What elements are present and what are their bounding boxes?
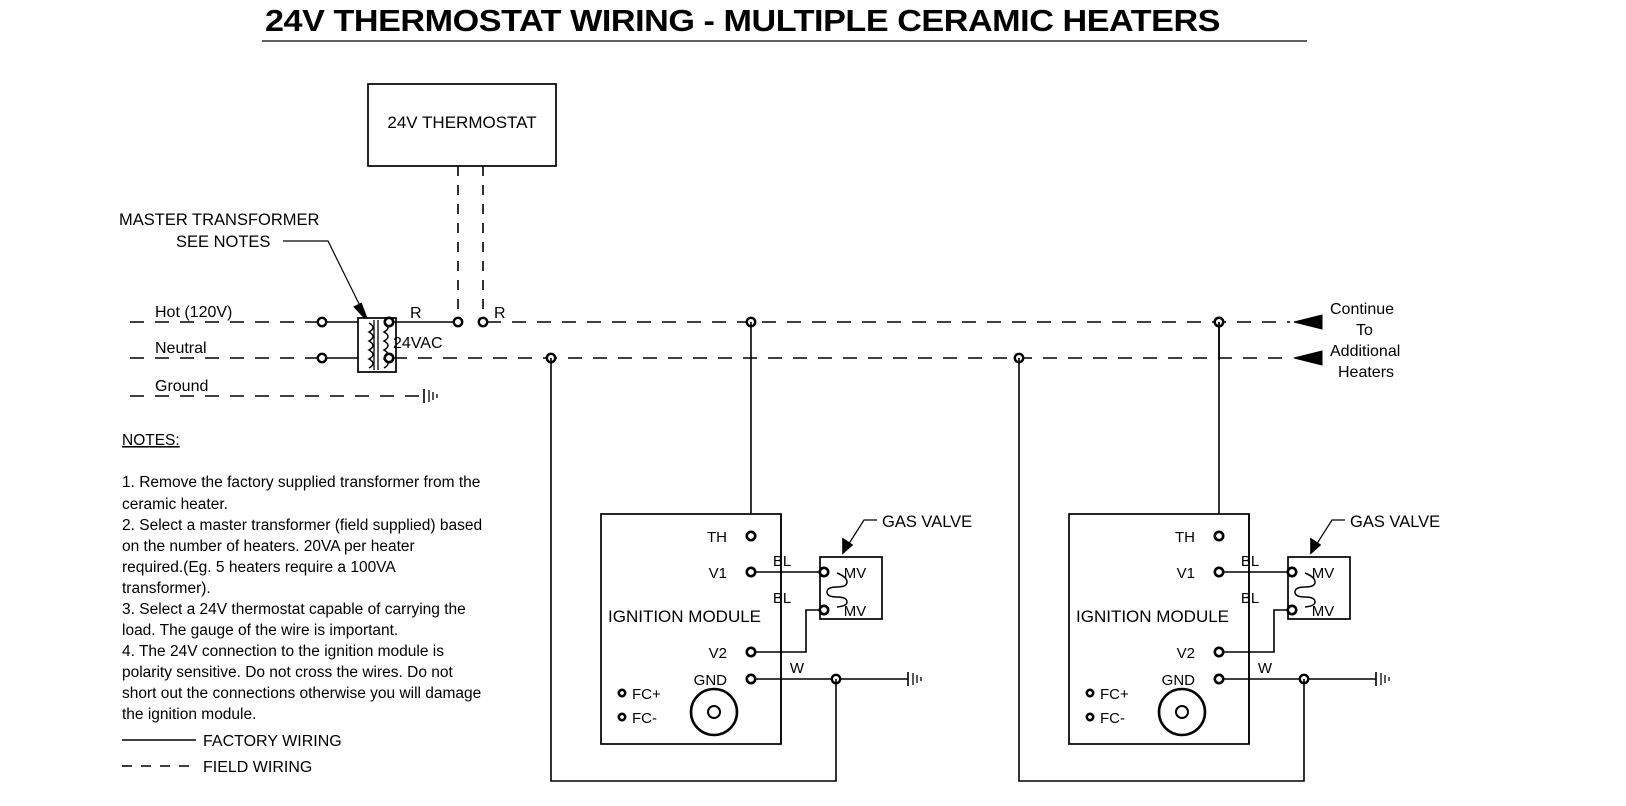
note-line-2: 2. Select a master transformer (field su… <box>122 517 482 534</box>
legend-factory-label: FACTORY WIRING <box>203 733 342 750</box>
module1-round-connector-icon <box>689 687 739 737</box>
module2-terminal-v2 <box>1213 646 1225 658</box>
hot-label: Hot (120V) <box>155 304 232 321</box>
module2-gas-valve-callout: GAS VALVE <box>1350 513 1440 531</box>
module2-wire-label-w: W <box>1258 660 1273 677</box>
continue-arrow-bottom <box>1293 350 1323 366</box>
earth-ground-icon-module2 <box>1375 672 1390 686</box>
module2-wire-label-bl-top: BL <box>1241 553 1259 570</box>
note-line-10: short out the connections otherwise you … <box>122 685 481 702</box>
module1-gas-valve-terminal-top <box>818 566 830 578</box>
note-line-8: 4. The 24V connection to the ignition mo… <box>122 643 444 660</box>
note-line-5: transformer). <box>122 580 211 597</box>
r-junction-dot-right <box>477 316 489 328</box>
note-line-7: load. The gauge of the wire is important… <box>122 622 398 639</box>
page-title: 24V THERMOSTAT WIRING - MULTIPLE CERAMIC… <box>265 3 1220 38</box>
continue-line1: Continue <box>1330 301 1394 318</box>
note-line-4: required.(Eg. 5 heaters require a 100VA <box>122 559 396 576</box>
wiring-diagram: 24V THERMOSTAT WIRING - MULTIPLE CERAMIC… <box>119 3 1440 782</box>
transformer-callout-line2: SEE NOTES <box>176 233 270 251</box>
r-junction-dot-left <box>452 316 464 328</box>
module2-gas-valve-terminal-bottom <box>1286 604 1298 616</box>
module1-gas-valve-callout: GAS VALVE <box>882 513 972 531</box>
module1-terminal-label-fc-minus: FC- <box>632 710 657 727</box>
module2-mv-top: MV <box>1312 565 1335 582</box>
module1-wire-label-bl-bottom: BL <box>773 590 791 607</box>
module1-terminal-fc-plus <box>617 688 627 698</box>
neutral-label: Neutral <box>155 340 207 357</box>
thermostat-wire-label-right: R <box>494 305 506 322</box>
module2-terminal-fc-plus <box>1085 688 1095 698</box>
legend-field-label: FIELD WIRING <box>203 759 312 776</box>
note-line-6: 3. Select a 24V thermostat capable of ca… <box>122 601 466 618</box>
secondary-voltage-label: 24VAC <box>393 335 443 352</box>
module1-terminal-v1 <box>745 566 757 578</box>
diagram-page: 24V THERMOSTAT WIRING - MULTIPLE CERAMIC… <box>0 0 1626 806</box>
continue-line2: To <box>1356 322 1373 339</box>
module2-terminal-label-v1: V1 <box>1177 565 1195 582</box>
module2-wire-label-bl-bottom: BL <box>1241 590 1259 607</box>
thermostat-label: 24V THERMOSTAT <box>387 113 536 132</box>
ground-label: Ground <box>155 378 208 395</box>
module2-name: IGNITION MODULE <box>1076 607 1229 626</box>
hot-junction-dot <box>316 316 328 328</box>
transformer-leader-line <box>283 240 368 321</box>
module1-terminal-v2 <box>745 646 757 658</box>
module2-gas-valve-terminal-top <box>1286 566 1298 578</box>
module1-name: IGNITION MODULE <box>608 607 761 626</box>
module2-terminal-label-gnd: GND <box>1162 672 1196 689</box>
ignition-module-group-2: IGNITION MODULE TH V1 V2 GND FC+ FC- BL … <box>1018 322 1440 782</box>
module2-terminal-label-v2: V2 <box>1177 645 1195 662</box>
module1-mv-top: MV <box>844 565 867 582</box>
module1-terminal-label-v2: V2 <box>709 645 727 662</box>
module2-terminal-label-th: TH <box>1175 529 1195 546</box>
ignition-module-group-1: IGNITION MODULE TH V1 V2 GND FC+ FC- BL … <box>550 322 972 782</box>
module2-terminal-th <box>1213 530 1225 542</box>
note-line-0: 1. Remove the factory supplied transform… <box>122 474 480 491</box>
module2-terminal-gnd <box>1213 673 1225 685</box>
continue-line3: Additional <box>1330 343 1400 360</box>
module1-terminal-label-fc-plus: FC+ <box>632 686 661 703</box>
module1-terminal-fc-minus <box>617 712 627 722</box>
note-line-3: on the number of heaters. 20VA per heate… <box>122 538 415 555</box>
note-line-11: the ignition module. <box>122 706 256 723</box>
module1-wire-label-w: W <box>790 660 805 677</box>
master-transformer <box>357 316 397 373</box>
transformer-callout-line1: MASTER TRANSFORMER <box>119 211 320 229</box>
thermostat-wire-label-left: R <box>410 305 422 322</box>
module2-terminal-label-fc-plus: FC+ <box>1100 686 1129 703</box>
module1-terminal-label-th: TH <box>707 529 727 546</box>
module1-terminal-th <box>745 530 757 542</box>
earth-ground-icon-left <box>423 389 438 403</box>
module1-terminal-label-gnd: GND <box>694 672 728 689</box>
module1-gas-valve-terminal-bottom <box>818 604 830 616</box>
module1-terminal-gnd <box>745 673 757 685</box>
module2-mv-bottom: MV <box>1312 603 1335 620</box>
module1-terminal-label-v1: V1 <box>709 565 727 582</box>
module1-mv-bottom: MV <box>844 603 867 620</box>
module2-round-connector-icon <box>1157 687 1207 737</box>
note-line-9: polarity sensitive. Do not cross the wir… <box>122 664 453 681</box>
continue-line4: Heaters <box>1338 364 1394 381</box>
module2-terminal-fc-minus <box>1085 712 1095 722</box>
module2-terminal-label-fc-minus: FC- <box>1100 710 1125 727</box>
neutral-junction-dot <box>316 352 328 364</box>
module1-wire-label-bl-top: BL <box>773 553 791 570</box>
earth-ground-icon-module1 <box>907 672 922 686</box>
module2-terminal-v1 <box>1213 566 1225 578</box>
continue-arrow-top <box>1293 314 1323 330</box>
note-line-1: ceramic heater. <box>122 496 228 513</box>
notes-heading: NOTES: <box>122 432 180 449</box>
